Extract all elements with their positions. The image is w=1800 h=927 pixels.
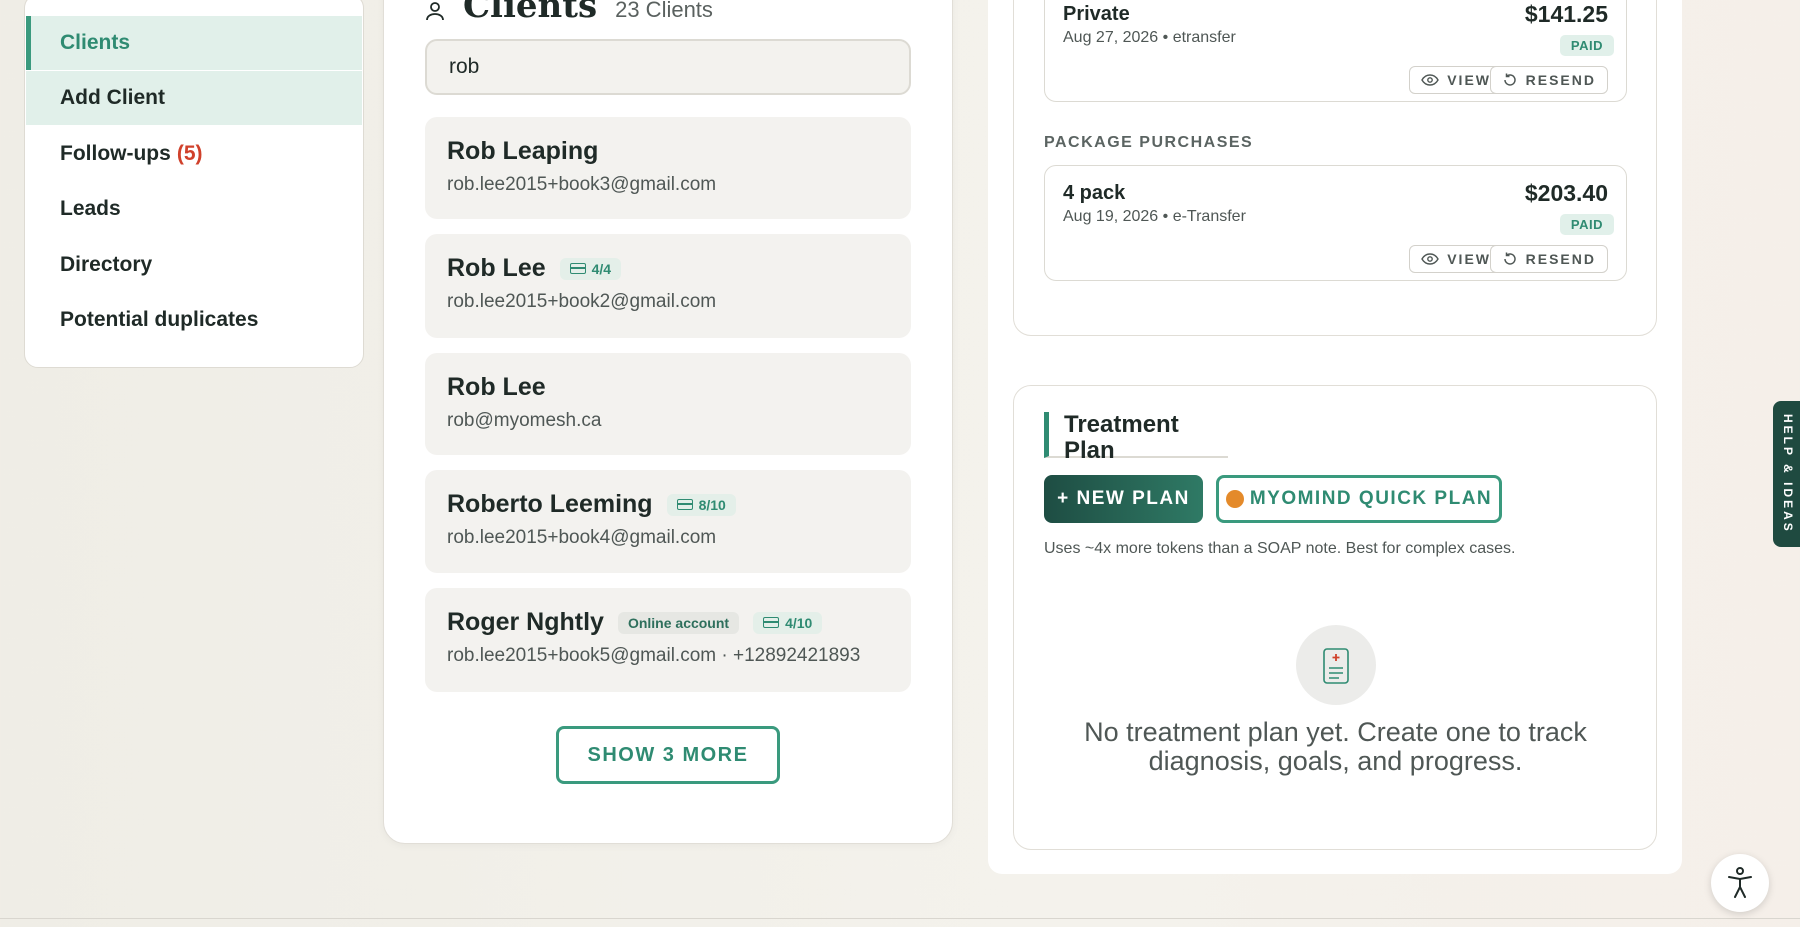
quick-plan-button[interactable]: MYOMIND QUICK PLAN (1216, 475, 1502, 523)
invoice-meta: Aug 27, 2026 • etransfer (1063, 29, 1236, 46)
sidebar-item-label: Leads (60, 197, 121, 220)
resend-label: RESEND (1525, 251, 1596, 267)
new-plan-button[interactable]: + NEW PLAN (1044, 475, 1203, 523)
plan-note: Uses ~4x more tokens than a SOAP note. B… (1044, 540, 1516, 557)
client-name: Rob Lee (447, 254, 546, 282)
package-title: 4 pack (1063, 182, 1126, 204)
sidebar-item-leads[interactable]: Leads (26, 182, 362, 236)
client-email: rob.lee2015+book4@gmail.com (447, 527, 717, 548)
package-amount: $203.40 (1524, 180, 1608, 206)
sidebar-item-follow-ups[interactable]: Follow-ups (5) (26, 127, 362, 181)
quick-plan-label: MYOMIND QUICK PLAN (1249, 488, 1493, 509)
client-email: rob.lee2015+book2@gmail.com (447, 291, 717, 312)
client-card[interactable]: Rob Leaping rob.lee2015+book3@gmail.com (425, 117, 911, 219)
sidebar-item-add-client[interactable]: Add Client (26, 71, 362, 125)
resend-icon (1503, 73, 1516, 86)
sidebar-item-label: Add Client (60, 86, 165, 109)
client-name: Rob Lee (447, 373, 546, 401)
myomind-logo-icon (1225, 490, 1244, 508)
client-name: Roberto Leeming (447, 490, 653, 518)
pass-card-icon (676, 499, 693, 510)
view-label: VIEW (1447, 251, 1491, 267)
empty-state-text: No treatment plan yet. Create one to tra… (1044, 718, 1627, 776)
online-account-badge: Online account (617, 611, 740, 634)
client-card[interactable]: Rob Lee rob@myomesh.ca (425, 353, 911, 455)
sidebar-item-label: Potential duplicates (60, 308, 259, 331)
view-button[interactable]: VIEW (1409, 245, 1503, 273)
pass-count-badge: 8/10 (666, 493, 736, 516)
empty-state-line: No treatment plan yet. Create one to tra… (1084, 717, 1587, 747)
pass-card-icon (763, 617, 780, 628)
sidebar-nav: Clients Add Client Follow-ups (5) Leads … (24, 0, 364, 368)
treatment-plan-tab: Treatment Plan (1044, 412, 1228, 464)
invoice-title: Private (1063, 3, 1130, 25)
pass-card-icon (569, 263, 586, 274)
clients-header: Clients 23 Clients (425, 0, 713, 26)
resend-button[interactable]: RESEND (1489, 66, 1608, 94)
sidebar-item-clients[interactable]: Clients (26, 16, 362, 70)
show-more-button[interactable]: SHOW 3 MORE (556, 726, 780, 784)
pass-count: 4/4 (591, 260, 612, 277)
pass-count: 8/10 (698, 496, 726, 513)
client-email: rob@myomesh.ca (447, 410, 602, 431)
package-item: 4 pack Aug 19, 2026 • e-Transfer $203.40… (1044, 165, 1627, 281)
page-title: Clients (463, 0, 598, 26)
view-button[interactable]: VIEW (1409, 66, 1503, 94)
package-meta: Aug 19, 2026 • e-Transfer (1063, 208, 1246, 225)
user-icon (425, 1, 445, 21)
sidebar-item-label: Directory (60, 253, 153, 276)
clipboard-icon (1296, 625, 1376, 705)
client-name: Rob Leaping (447, 137, 599, 165)
client-email: rob.lee2015+book3@gmail.com (447, 174, 717, 195)
client-card[interactable]: Roger Nghtly Online account 4/10 rob.lee… (425, 588, 911, 692)
eye-icon (1421, 253, 1440, 265)
status-badge: PAID (1559, 35, 1614, 56)
empty-state-line: diagnosis, goals, and progress. (1148, 746, 1523, 776)
resend-button[interactable]: RESEND (1489, 245, 1608, 273)
status-badge: PAID (1559, 214, 1614, 235)
invoice-amount: $141.25 (1524, 1, 1608, 27)
resend-icon (1503, 252, 1516, 265)
package-purchases-heading: PACKAGE PURCHASES (1044, 134, 1254, 151)
search-input[interactable] (425, 39, 911, 95)
treatment-plan-title: Treatment Plan (1064, 411, 1179, 464)
pass-count: 4/10 (785, 614, 813, 631)
accessibility-button[interactable] (1711, 854, 1769, 912)
client-name: Roger Nghtly (447, 608, 604, 636)
resend-label: RESEND (1525, 72, 1596, 88)
pass-count-badge: 4/10 (753, 611, 823, 634)
sidebar-item-potential-duplicates[interactable]: Potential duplicates (26, 293, 362, 347)
footer-divider (0, 918, 1800, 919)
sidebar-item-label: Clients (60, 31, 131, 54)
help-tab-label: HELP & IDEAS (1781, 414, 1795, 534)
sidebar-item-label: Follow-ups (60, 142, 171, 165)
client-email: rob.lee2015+book5@gmail.com · +128924218… (447, 645, 861, 666)
help-ideas-tab[interactable]: HELP & IDEAS (1773, 401, 1800, 547)
client-card[interactable]: Roberto Leeming 8/10 rob.lee2015+book4@g… (425, 470, 911, 573)
clients-count: 23 Clients (615, 0, 713, 22)
invoice-item: Private Aug 27, 2026 • etransfer $141.25… (1044, 0, 1627, 102)
eye-icon (1421, 74, 1440, 86)
client-card[interactable]: Rob Lee 4/4 rob.lee2015+book2@gmail.com (425, 234, 911, 338)
view-label: VIEW (1447, 72, 1491, 88)
pass-count-badge: 4/4 (559, 257, 622, 280)
sidebar-item-directory[interactable]: Directory (26, 238, 362, 292)
follow-ups-count: (5) (176, 142, 203, 165)
accessibility-icon (1728, 867, 1752, 898)
